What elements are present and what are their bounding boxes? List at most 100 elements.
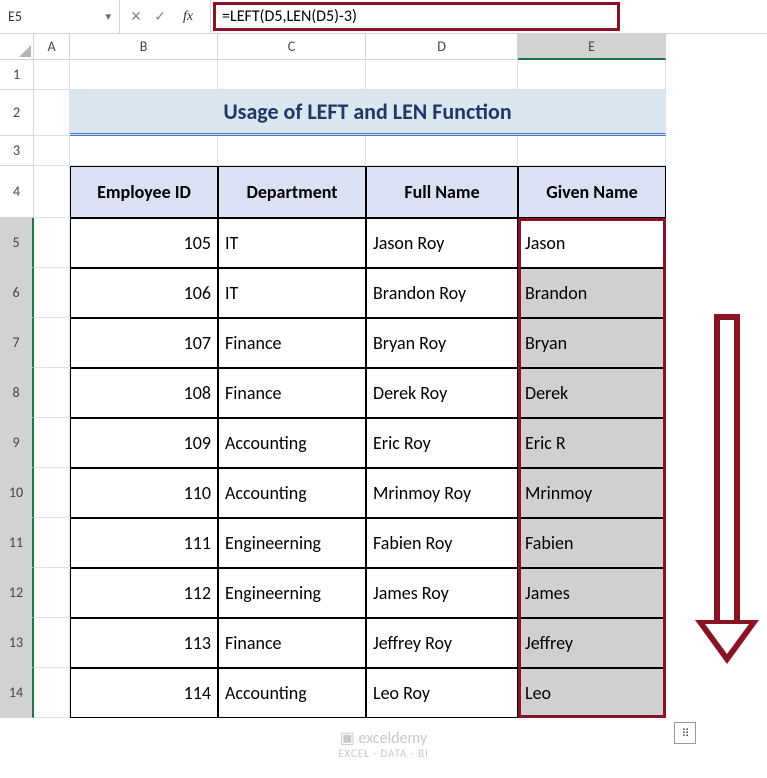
formula-input[interactable]: =LEFT(D5,LEN(D5)-3) <box>211 0 767 33</box>
watermark-subtext: EXCEL · DATA · BI <box>338 748 429 760</box>
cell-department[interactable]: Finance <box>218 618 366 668</box>
header-full-name[interactable]: Full Name <box>366 166 518 218</box>
cell-given-name[interactable]: Brandon <box>518 268 666 318</box>
name-box[interactable]: E5 ▾ <box>0 0 120 33</box>
cell-full-name[interactable]: Mrinmoy Roy <box>366 468 518 518</box>
cells-area: Usage of LEFT and LEN Function Employee … <box>34 60 767 718</box>
row-header[interactable]: 5 <box>0 218 34 268</box>
row-header[interactable]: 14 <box>0 668 34 718</box>
cell-department[interactable]: Accounting <box>218 668 366 718</box>
table-row: 107FinanceBryan RoyBryan <box>34 318 767 368</box>
cell[interactable] <box>34 568 70 618</box>
cell[interactable] <box>518 60 666 90</box>
row-header[interactable]: 9 <box>0 418 34 468</box>
row-header[interactable]: 12 <box>0 568 34 618</box>
header-employee-id[interactable]: Employee ID <box>70 166 218 218</box>
table-row: 105ITJason RoyJason <box>34 218 767 268</box>
cell-employee-id[interactable]: 114 <box>70 668 218 718</box>
cell[interactable] <box>70 136 218 166</box>
cell[interactable] <box>70 60 218 90</box>
chevron-down-icon[interactable]: ▾ <box>105 10 111 23</box>
col-header-a[interactable]: A <box>34 34 70 60</box>
cell-given-name[interactable]: Leo <box>518 668 666 718</box>
cell-department[interactable]: Accounting <box>218 468 366 518</box>
cell-given-name[interactable]: Jason <box>518 218 666 268</box>
cell-full-name[interactable]: James Roy <box>366 568 518 618</box>
cancel-icon[interactable]: ✕ <box>128 8 144 25</box>
autofill-options-button[interactable]: ⠿ <box>674 722 696 744</box>
cell[interactable] <box>34 468 70 518</box>
cell[interactable] <box>34 166 70 218</box>
cell[interactable] <box>34 418 70 468</box>
cell-full-name[interactable]: Jeffrey Roy <box>366 618 518 668</box>
cell[interactable] <box>34 268 70 318</box>
header-department[interactable]: Department <box>218 166 366 218</box>
col-header-d[interactable]: D <box>366 34 518 60</box>
cell[interactable] <box>218 136 366 166</box>
cell[interactable] <box>366 60 518 90</box>
cell[interactable] <box>34 90 70 136</box>
cell-department[interactable]: Finance <box>218 368 366 418</box>
cell-department[interactable]: IT <box>218 268 366 318</box>
formula-text: =LEFT(D5,LEN(D5)-3) <box>213 2 620 31</box>
cell-department[interactable]: Accounting <box>218 418 366 468</box>
cell-department[interactable]: Finance <box>218 318 366 368</box>
cell[interactable] <box>34 60 70 90</box>
cell[interactable] <box>34 318 70 368</box>
col-header-e[interactable]: E <box>518 34 666 60</box>
row-header[interactable]: 2 <box>0 90 34 136</box>
page-title[interactable]: Usage of LEFT and LEN Function <box>70 90 666 136</box>
cell[interactable] <box>34 218 70 268</box>
row-header[interactable]: 1 <box>0 60 34 90</box>
row-header[interactable]: 6 <box>0 268 34 318</box>
cell-full-name[interactable]: Eric Roy <box>366 418 518 468</box>
cell[interactable] <box>34 368 70 418</box>
cell-department[interactable]: Engineerning <box>218 568 366 618</box>
cell-employee-id[interactable]: 110 <box>70 468 218 518</box>
cell[interactable] <box>34 668 70 718</box>
row-header[interactable]: 3 <box>0 136 34 166</box>
table-row: 106ITBrandon RoyBrandon <box>34 268 767 318</box>
row-header[interactable]: 11 <box>0 518 34 568</box>
enter-icon[interactable]: ✓ <box>152 8 168 25</box>
row-header[interactable]: 8 <box>0 368 34 418</box>
cell[interactable] <box>34 618 70 668</box>
cell-full-name[interactable]: Derek Roy <box>366 368 518 418</box>
cell-given-name[interactable]: James <box>518 568 666 618</box>
col-header-c[interactable]: C <box>218 34 366 60</box>
cell[interactable] <box>366 136 518 166</box>
header-given-name[interactable]: Given Name <box>518 166 666 218</box>
cell-given-name[interactable]: Eric R <box>518 418 666 468</box>
cell-given-name[interactable]: Bryan <box>518 318 666 368</box>
cell-given-name[interactable]: Mrinmoy <box>518 468 666 518</box>
row-header[interactable]: 7 <box>0 318 34 368</box>
cell-given-name[interactable]: Derek <box>518 368 666 418</box>
fx-icon[interactable]: fx <box>180 9 196 25</box>
cell-employee-id[interactable]: 107 <box>70 318 218 368</box>
cell-employee-id[interactable]: 105 <box>70 218 218 268</box>
select-all-corner[interactable] <box>0 34 34 60</box>
cell-full-name[interactable]: Fabien Roy <box>366 518 518 568</box>
cell-full-name[interactable]: Jason Roy <box>366 218 518 268</box>
row-header[interactable]: 10 <box>0 468 34 518</box>
cell-full-name[interactable]: Leo Roy <box>366 668 518 718</box>
cell-employee-id[interactable]: 111 <box>70 518 218 568</box>
cell-department[interactable]: Engineerning <box>218 518 366 568</box>
cell[interactable] <box>34 136 70 166</box>
row-header[interactable]: 4 <box>0 166 34 218</box>
cell-given-name[interactable]: Fabien <box>518 518 666 568</box>
cell-employee-id[interactable]: 113 <box>70 618 218 668</box>
cell-full-name[interactable]: Bryan Roy <box>366 318 518 368</box>
row-header[interactable]: 13 <box>0 618 34 668</box>
cell[interactable] <box>218 60 366 90</box>
cell-department[interactable]: IT <box>218 218 366 268</box>
cell-employee-id[interactable]: 112 <box>70 568 218 618</box>
cell-employee-id[interactable]: 108 <box>70 368 218 418</box>
cell-employee-id[interactable]: 106 <box>70 268 218 318</box>
cell-full-name[interactable]: Brandon Roy <box>366 268 518 318</box>
col-header-b[interactable]: B <box>70 34 218 60</box>
cell-given-name[interactable]: Jeffrey <box>518 618 666 668</box>
cell-employee-id[interactable]: 109 <box>70 418 218 468</box>
cell[interactable] <box>34 518 70 568</box>
cell[interactable] <box>518 136 666 166</box>
